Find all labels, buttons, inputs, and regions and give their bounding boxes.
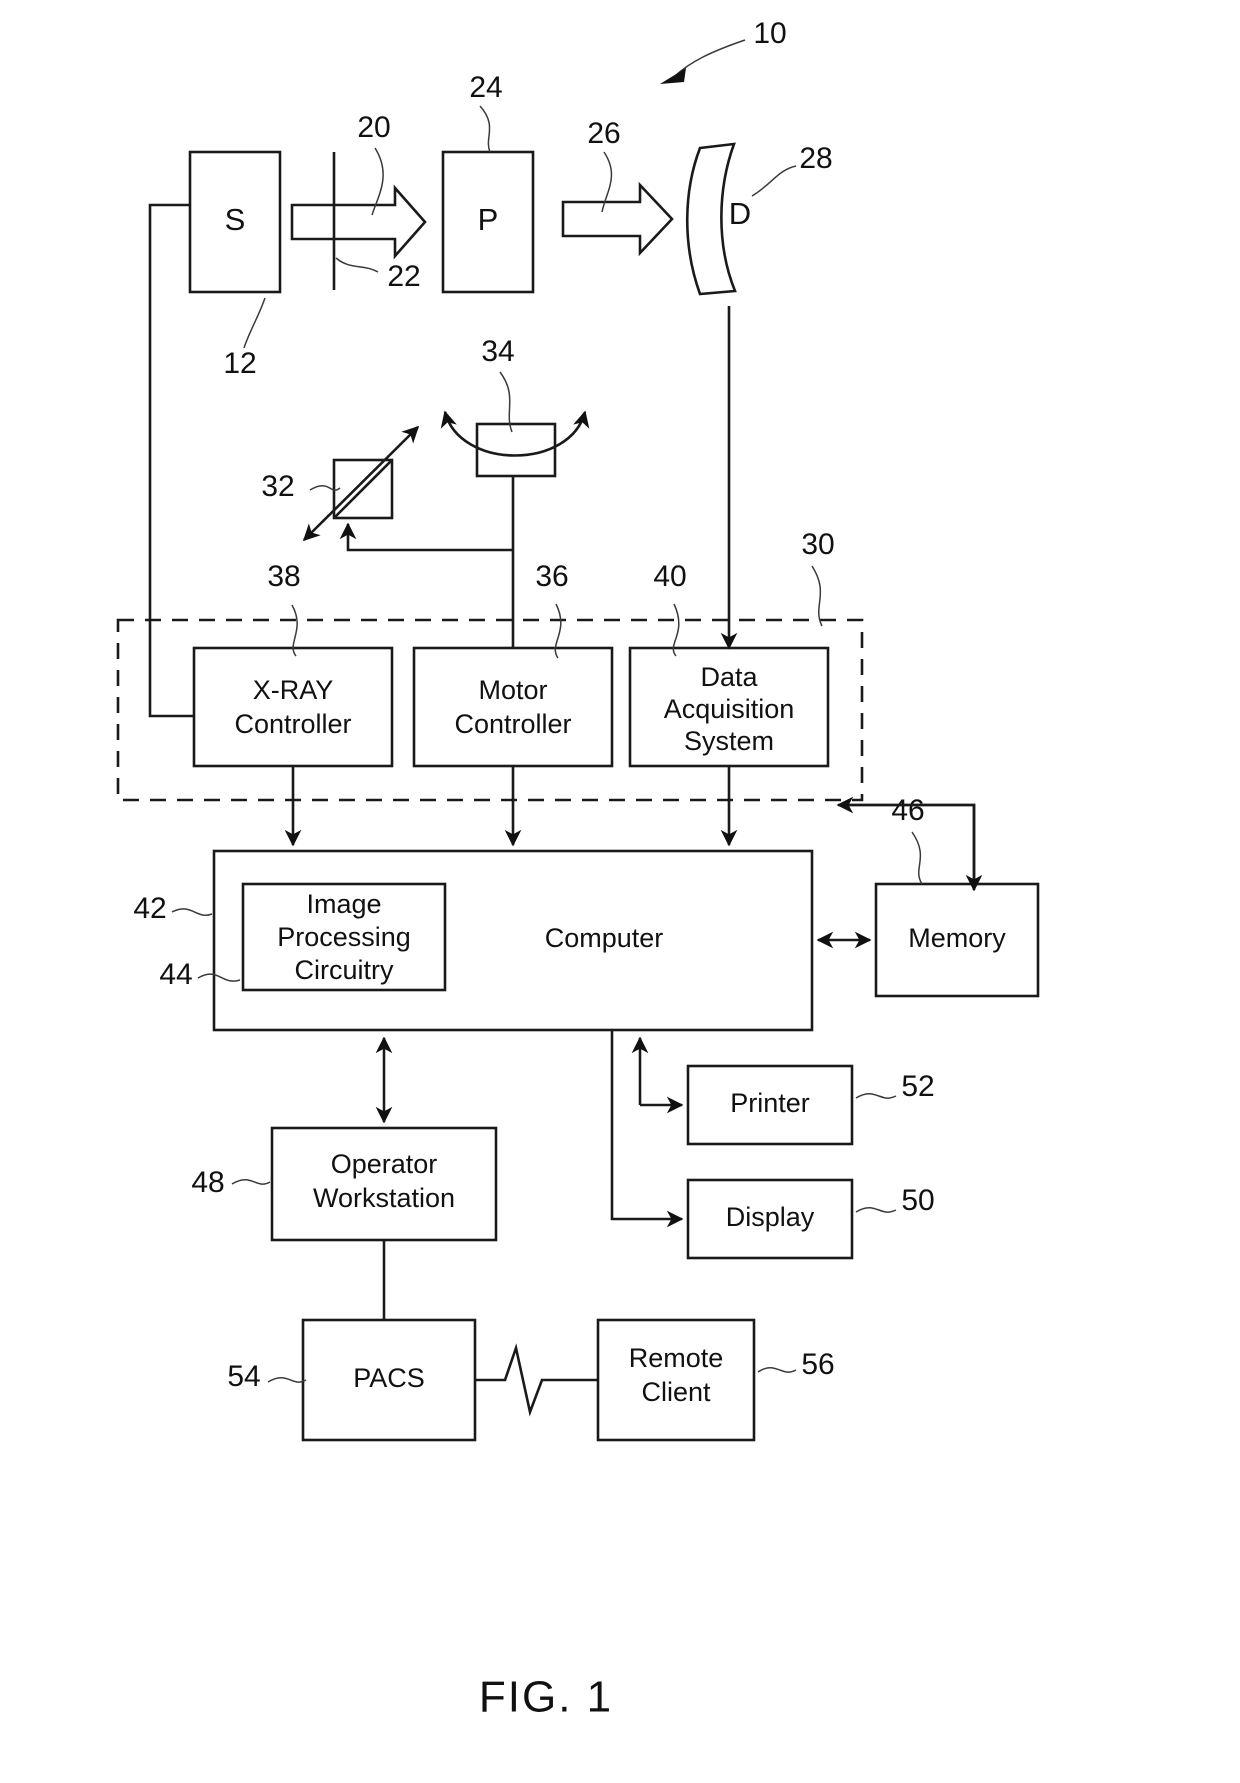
detector-label: D — [729, 196, 751, 231]
ref-numeral-34: 34 — [481, 335, 514, 368]
gantry-block — [475, 422, 557, 478]
ref-numeral-22: 22 — [387, 260, 420, 293]
ref-numeral-44: 44 — [159, 958, 192, 991]
ref-leader-24 — [479, 105, 491, 153]
pacs-label: PACS — [353, 1363, 425, 1393]
ref-numeral-30: 30 — [801, 528, 834, 561]
ref-leader-46 — [911, 831, 923, 885]
image-processing-label-line3: Circuitry — [295, 955, 394, 985]
computer-label: Computer — [545, 923, 664, 953]
ref-numeral-20: 20 — [357, 111, 390, 144]
xray-controller-block — [192, 646, 394, 768]
patient-label: P — [478, 202, 499, 237]
ref-leader-42 — [171, 908, 213, 916]
display-label: Display — [726, 1202, 815, 1232]
data-acquisition-label-line1: Data — [700, 662, 758, 692]
patent-figure: 10 S 12 20 22 P 24 26 D 28 32 34 30 X-RA… — [0, 0, 1240, 1783]
xray-controller-label-line1: X-RAY — [253, 675, 334, 705]
ref-leader-30 — [811, 565, 823, 627]
ref-numeral-52: 52 — [901, 1070, 934, 1103]
memory-label: Memory — [908, 923, 1006, 953]
ref-leader-22 — [335, 257, 379, 273]
ref-leader-28 — [751, 165, 797, 197]
figure-caption: FIG. 1 — [479, 1673, 613, 1722]
ref-numeral-54: 54 — [227, 1360, 260, 1393]
motor-controller-label-line2: Controller — [454, 709, 571, 739]
ref-numeral-26: 26 — [587, 117, 620, 150]
ref-numeral-32: 32 — [261, 470, 294, 503]
xray-beam-arrow — [290, 184, 427, 260]
ref-numeral-40: 40 — [653, 560, 686, 593]
source-label: S — [225, 202, 246, 237]
ref-numeral-56: 56 — [801, 1348, 834, 1381]
image-processing-label-line1: Image — [306, 889, 381, 919]
printer-label: Printer — [730, 1088, 810, 1118]
data-acquisition-label-line2: Acquisition — [664, 694, 795, 724]
ref-leader-54 — [267, 1377, 307, 1383]
wire-xray-to-source — [148, 203, 194, 718]
motor-controller-block — [412, 646, 614, 768]
wire-motor-to-table — [339, 522, 513, 552]
operator-workstation-label-line2: Workstation — [313, 1183, 455, 1213]
ref-leader-12 — [243, 297, 266, 349]
ref-numeral-12: 12 — [223, 347, 256, 380]
ref-leader-52 — [855, 1093, 897, 1099]
system-leader-10 — [660, 39, 746, 84]
xray-controller-label-line2: Controller — [234, 709, 351, 739]
ref-numeral-42: 42 — [133, 892, 166, 925]
ref-numeral-36: 36 — [535, 560, 568, 593]
ref-numeral-48: 48 — [191, 1166, 224, 1199]
ref-leader-50 — [855, 1207, 897, 1213]
ref-numeral-28: 28 — [799, 142, 832, 175]
ref-numeral-46: 46 — [891, 794, 924, 827]
ref-numeral-38: 38 — [267, 560, 300, 593]
ref-leader-48 — [231, 1179, 271, 1185]
motor-controller-label-line1: Motor — [478, 675, 547, 705]
image-processing-label-line2: Processing — [277, 922, 411, 952]
remote-client-label-line1: Remote — [629, 1343, 724, 1373]
ref-numeral-10: 10 — [753, 17, 786, 50]
attenuated-beam-arrow — [561, 181, 674, 257]
remote-client-label-line2: Client — [641, 1377, 711, 1407]
operator-workstation-label-line1: Operator — [331, 1149, 438, 1179]
data-acquisition-label-line3: System — [684, 726, 774, 756]
ref-numeral-24: 24 — [469, 71, 502, 104]
ref-numeral-50: 50 — [901, 1184, 934, 1217]
table-translation-arrow — [302, 425, 420, 542]
wire-pacs-remote-network — [475, 1343, 598, 1417]
ref-leader-56 — [757, 1367, 797, 1373]
wire-computer-to-display — [610, 1030, 684, 1228]
